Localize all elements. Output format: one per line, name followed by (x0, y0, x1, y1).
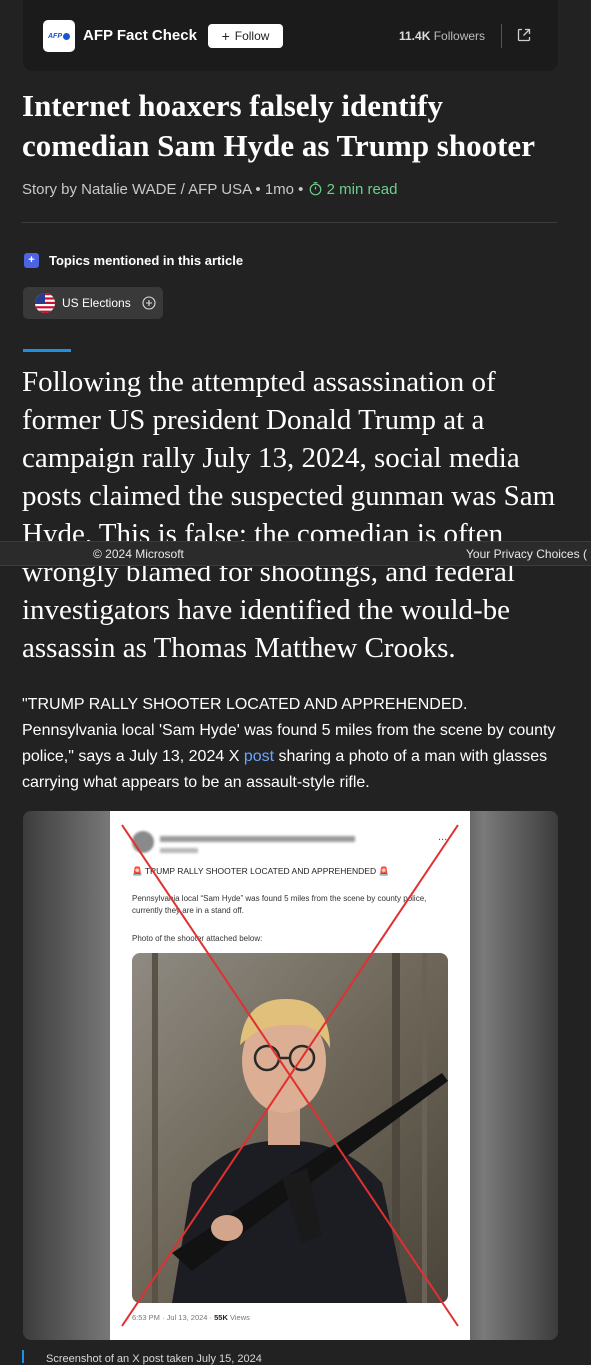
x-post-screenshot: ... 🚨 TRUMP RALLY SHOOTER LOCATED AND AP… (110, 811, 470, 1340)
topics-icon: + (24, 253, 39, 268)
topics-heading-text: Topics mentioned in this article (49, 253, 244, 268)
afp-logo-dot (63, 32, 70, 40)
more-options-icon: ... (438, 831, 448, 843)
tweet-body: Pennsylvania local “Sam Hyde” was found … (132, 894, 427, 915)
read-time-label: 2 min read (326, 181, 398, 198)
tweet-blurred-name (160, 836, 355, 842)
byline-divider (22, 222, 557, 223)
add-circle-icon[interactable] (142, 296, 156, 310)
article-byline: Story by Natalie WADE / AFP USA • 1mo • … (22, 181, 397, 198)
timer-icon (309, 182, 321, 196)
publisher-name[interactable]: AFP Fact Check (83, 27, 197, 44)
follow-label: Follow (234, 29, 270, 43)
lead-text-after: wrongly blamed for shootings, and federa… (22, 556, 515, 664)
copyright-text: © 2024 Microsoft (93, 547, 184, 561)
tweet-photo (132, 953, 448, 1303)
tweet-time: 6:53 PM · Jul 13, 2024 · (132, 1313, 213, 1322)
figure-caption: Screenshot of an X post taken July 15, 2… (46, 1353, 262, 1365)
lead-paragraph: Following the attempted assassination of… (22, 363, 570, 667)
body-paragraph: "TRUMP RALLY SHOOTER LOCATED AND APPREHE… (22, 692, 562, 796)
followers-label: Followers (433, 29, 486, 43)
tweet-views-count: 55K (214, 1313, 228, 1322)
follow-button[interactable]: + Follow (208, 24, 283, 48)
article-headline: Internet hoaxers falsely identify comedi… (22, 88, 535, 163)
plus-icon: + (221, 28, 230, 44)
tweet-avatar (132, 831, 154, 853)
tweet-views-label: Views (230, 1313, 250, 1322)
tweet-headline: 🚨 TRUMP RALLY SHOOTER LOCATED AND APPREH… (132, 866, 389, 877)
us-flag-icon (35, 293, 55, 313)
tweet-photo-label: Photo of the shooter attached below: (132, 934, 263, 943)
byline-text: Story by Natalie WADE / AFP USA • 1mo • (22, 181, 304, 198)
footer-bar: © 2024 Microsoft Your Privacy Choices ( (0, 541, 591, 566)
tweet-headline-text: TRUMP RALLY SHOOTER LOCATED AND APPREHEN… (144, 866, 377, 876)
publisher-bar: AFP AFP Fact Check + Follow 11.4K Follow… (23, 0, 558, 71)
caption-accent-rule (22, 1350, 24, 1363)
afp-logo-text: AFP (48, 32, 62, 40)
tweet-meta: 6:53 PM · Jul 13, 2024 · 55K Views (132, 1313, 250, 1322)
read-time: 2 min read (308, 181, 398, 198)
afp-logo[interactable]: AFP (43, 20, 75, 52)
privacy-choices-link[interactable]: Your Privacy Choices ( (466, 547, 587, 561)
tweet-blurred-handle (160, 848, 198, 853)
lead-text-before: Following the attempted assassination of… (22, 366, 556, 550)
siren-icon: 🚨 (132, 866, 143, 876)
topics-heading: + Topics mentioned in this article (24, 253, 243, 268)
topic-chip-us-elections[interactable]: US Elections (23, 287, 163, 319)
article-figure[interactable]: ... 🚨 TRUMP RALLY SHOOTER LOCATED AND AP… (23, 811, 558, 1340)
external-link-icon[interactable] (516, 27, 532, 43)
publisher-divider (501, 24, 502, 48)
followers-count: 11.4K Followers (399, 29, 485, 43)
siren-icon: 🚨 (378, 866, 390, 876)
lead-accent-rule (23, 349, 71, 352)
topic-chip-label: US Elections (62, 296, 131, 310)
followers-number: 11.4K (399, 29, 431, 43)
post-link[interactable]: post (244, 748, 274, 765)
